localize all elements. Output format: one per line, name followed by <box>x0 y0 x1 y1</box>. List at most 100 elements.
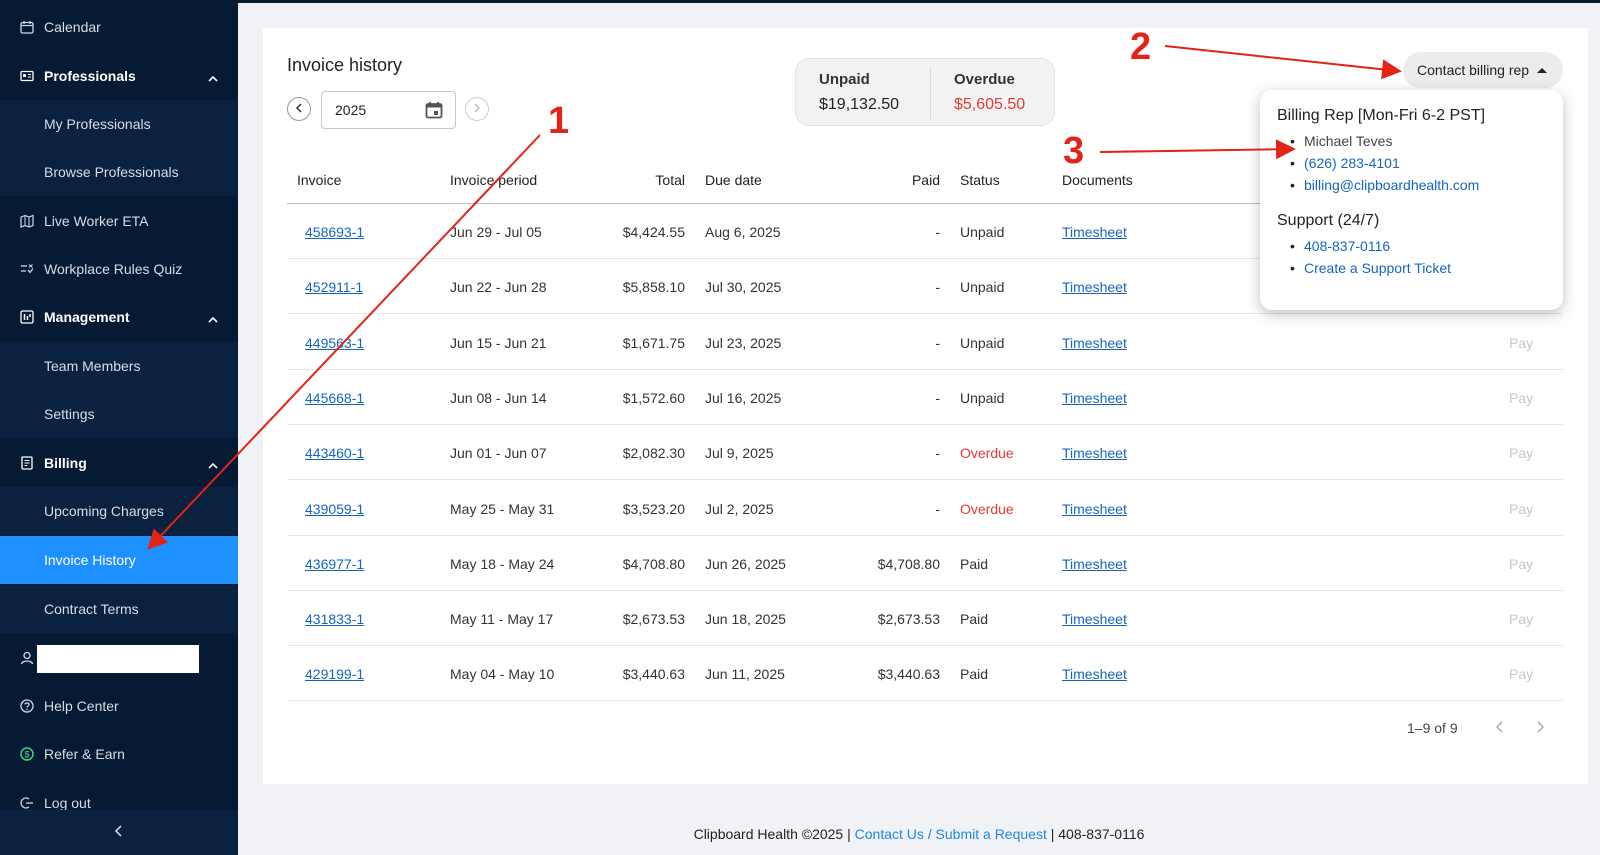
contact-billing-rep-label: Contact billing rep <box>1417 62 1530 78</box>
sidebar-item-label: Invoice History <box>44 552 136 568</box>
sidebar-item-billing[interactable]: Billing <box>0 439 238 487</box>
invoice-number-link[interactable]: 429199-1 <box>305 666 364 682</box>
timesheet-link[interactable]: Timesheet <box>1062 501 1127 517</box>
chevron-right-icon <box>473 100 481 118</box>
sidebar-item-browse-professionals[interactable]: Browse Professionals <box>0 148 238 196</box>
sidebar-item-label: Billing <box>44 455 87 471</box>
timesheet-link[interactable]: Timesheet <box>1062 224 1127 240</box>
pay-button[interactable]: Pay <box>1509 335 1533 351</box>
dollar-icon: $ <box>20 747 34 761</box>
calendar-icon[interactable] <box>425 101 443 122</box>
contact-us-link[interactable]: Contact Us / Submit a Request <box>855 826 1047 842</box>
sidebar-item-live-worker-eta[interactable]: Live Worker ETA <box>0 197 238 245</box>
invoice-number-link[interactable]: 439059-1 <box>305 501 364 517</box>
pay-button[interactable]: Pay <box>1509 556 1533 572</box>
invoice-due-date: Jun 26, 2025 <box>705 555 786 572</box>
invoice-due-date: Jul 2, 2025 <box>705 500 774 517</box>
sidebar-item-label: Log out <box>44 795 91 811</box>
chevron-up-icon <box>208 457 218 473</box>
table-row: 439059-1 May 25 - May 31 $3,523.20 Jul 2, 2… <box>287 481 1563 536</box>
sidebar-item-contract-terms[interactable]: Contract Terms <box>0 585 238 633</box>
previous-year-button[interactable] <box>287 97 311 121</box>
sidebar-item-settings[interactable]: Settings <box>0 390 238 438</box>
rep-email-link[interactable]: billing@clipboardhealth.com <box>1290 177 1479 193</box>
sidebar-item-calendar[interactable]: Calendar <box>0 3 238 51</box>
next-year-button[interactable] <box>465 97 489 121</box>
footer-phone: | 408-837-0116 <box>1050 826 1145 842</box>
contact-billing-rep-button[interactable]: Contact billing rep <box>1403 52 1563 88</box>
invoice-number-link[interactable]: 443460-1 <box>305 445 364 461</box>
sidebar-item-label: Refer & Earn <box>44 746 125 762</box>
pay-button[interactable]: Pay <box>1509 666 1533 682</box>
overdue-summary: Overdue $5,605.50 <box>954 71 1025 114</box>
id-card-icon <box>20 69 34 83</box>
invoice-period: Jun 15 - Jun 21 <box>450 334 547 351</box>
column-header-status[interactable]: Status <box>960 172 1000 188</box>
sidebar-item-workplace-rules-quiz[interactable]: Workplace Rules Quiz <box>0 245 238 293</box>
rep-phone-link[interactable]: (626) 283-4101 <box>1290 155 1400 171</box>
previous-page-button[interactable] <box>1495 720 1505 739</box>
pay-button[interactable]: Pay <box>1509 390 1533 406</box>
column-header-invoice[interactable]: Invoice <box>297 172 341 188</box>
invoice-number-link[interactable]: 458693-1 <box>305 224 364 240</box>
column-header-total[interactable]: Total <box>600 172 685 188</box>
timesheet-link[interactable]: Timesheet <box>1062 279 1127 295</box>
invoice-number-link[interactable]: 431833-1 <box>305 611 364 627</box>
invoice-status: Paid <box>960 611 989 628</box>
pay-button[interactable]: Pay <box>1509 445 1533 461</box>
annotation-label-1: 1 <box>548 100 570 142</box>
column-header-due-date[interactable]: Due date <box>705 172 762 188</box>
column-header-paid[interactable]: Paid <box>860 172 940 188</box>
invoice-number-link[interactable]: 445668-1 <box>305 390 364 406</box>
invoice-number-link[interactable]: 436977-1 <box>305 556 364 572</box>
table-row: 449563-1 Jun 15 - Jun 21 $1,671.75 Jul 23, … <box>287 315 1563 370</box>
invoice-paid: $4,708.80 <box>877 555 940 572</box>
sidebar-item-help-center[interactable]: Help Center <box>0 682 238 730</box>
timesheet-link[interactable]: Timesheet <box>1062 445 1127 461</box>
invoice-total: $2,082.30 <box>622 445 685 462</box>
table-row: 431833-1 May 11 - May 17 $2,673.53 Jun 18, … <box>287 591 1563 647</box>
invoice-number-link[interactable]: 449563-1 <box>305 335 364 351</box>
sidebar-item-refer-earn[interactable]: $ Refer & Earn <box>0 730 238 778</box>
invoice-period: May 18 - May 24 <box>450 555 555 572</box>
invoice-paid: - <box>935 279 940 296</box>
chevron-up-icon <box>208 311 218 327</box>
year-picker[interactable]: 2025 <box>321 91 456 129</box>
sidebar-item-professionals[interactable]: Professionals <box>0 52 238 100</box>
column-header-documents[interactable]: Documents <box>1062 172 1133 188</box>
help-icon <box>20 699 34 713</box>
page-title: Invoice history <box>287 55 403 75</box>
timesheet-link[interactable]: Timesheet <box>1062 335 1127 351</box>
sidebar-item-my-professionals[interactable]: My Professionals <box>0 100 238 148</box>
chevron-left-icon <box>295 100 303 118</box>
overdue-label: Overdue <box>954 71 1015 88</box>
column-header-period[interactable]: Invoice period <box>450 172 537 188</box>
sidebar-item-team-members[interactable]: Team Members <box>0 342 238 390</box>
unpaid-value: $19,132.50 <box>819 96 900 113</box>
invoice-status: Unpaid <box>960 279 1005 296</box>
invoice-period: Jun 01 - Jun 07 <box>450 445 547 462</box>
sidebar-item-label: Contract Terms <box>44 601 139 617</box>
invoice-period: Jun 08 - Jun 14 <box>450 389 547 406</box>
support-phone-link[interactable]: 408-837-0116 <box>1290 238 1390 254</box>
invoice-number-link[interactable]: 452911-1 <box>305 279 363 295</box>
timesheet-link[interactable]: Timesheet <box>1062 390 1127 406</box>
invoice-total: $4,708.80 <box>622 555 685 572</box>
invoice-total: $3,440.63 <box>622 666 685 683</box>
timesheet-link[interactable]: Timesheet <box>1062 666 1127 682</box>
invoice-period: Jun 29 - Jul 05 <box>450 224 542 240</box>
next-page-button[interactable] <box>1535 720 1545 739</box>
create-support-ticket-link[interactable]: Create a Support Ticket <box>1290 260 1451 276</box>
invoice-due-date: Jul 9, 2025 <box>705 445 774 462</box>
pay-button[interactable]: Pay <box>1509 501 1533 517</box>
billing-rep-heading: Billing Rep [Mon-Fri 6-2 PST] <box>1277 107 1486 124</box>
sidebar-item-upcoming-charges[interactable]: Upcoming Charges <box>0 487 238 535</box>
pay-button[interactable]: Pay <box>1509 611 1533 627</box>
table-row: 429199-1 May 04 - May 10 $3,440.63 Jun 11, … <box>287 646 1563 702</box>
sidebar-item-invoice-history[interactable]: Invoice History <box>0 536 238 584</box>
logout-icon <box>20 796 34 810</box>
table-row: 436977-1 May 18 - May 24 $4,708.80 Jun 26, … <box>287 536 1563 591</box>
timesheet-link[interactable]: Timesheet <box>1062 611 1127 627</box>
sidebar-item-management[interactable]: Management <box>0 293 238 341</box>
timesheet-link[interactable]: Timesheet <box>1062 556 1127 572</box>
